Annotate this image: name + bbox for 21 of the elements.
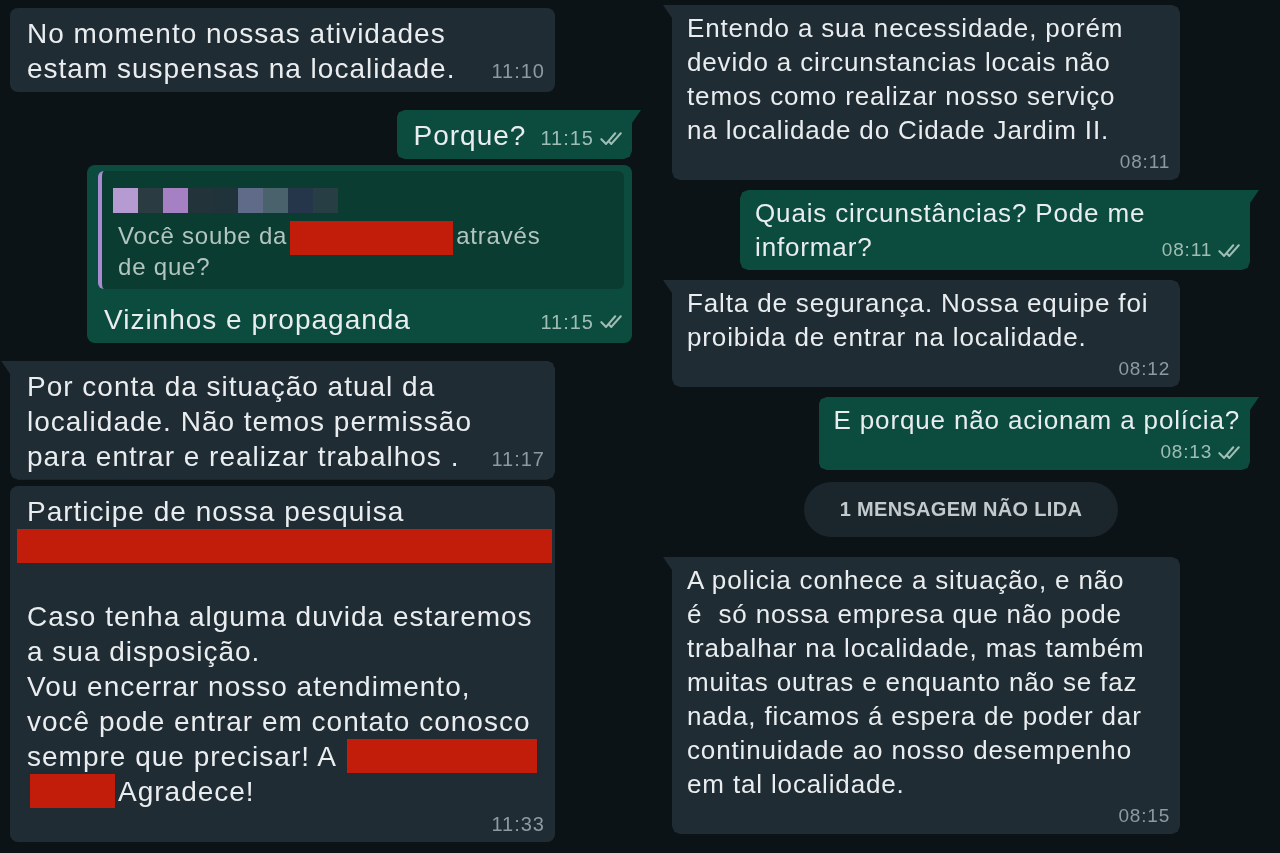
message-time: 08:13 xyxy=(1160,440,1212,464)
message-text: Vizinhos e propaganda xyxy=(104,303,411,335)
message-time: 08:12 xyxy=(1118,357,1170,381)
message-time: 11:15 xyxy=(540,126,594,150)
message-time: 08:15 xyxy=(1118,804,1170,828)
message-text: Por conta da situação atual da localidade. Não temos permissão para entrar e realizar trabalhos . xyxy=(27,370,472,472)
message-text: E porque não acionam a polícia? xyxy=(833,405,1240,435)
message-time: 11:15 xyxy=(540,309,594,334)
message-text: No momento nossas atividades estam suspensas na localidade. xyxy=(27,18,456,84)
message-time: 08:11 xyxy=(1161,238,1212,262)
message-time: 11:10 xyxy=(491,59,545,83)
message-text: Falta de segurança. Nossa equipe foi proibida de entrar na localidade. xyxy=(687,288,1149,352)
message-text: Entendo a sua necessidade, porém devido a circunstancias locais não temos como realizar nosso serviço na localidade do Cidade Jardim II. xyxy=(687,13,1124,145)
message-text: Quais circunstâncias? Pode me informar? xyxy=(755,198,1146,262)
unread-divider: 1 MENSAGEM NÃO LIDA xyxy=(803,482,1119,537)
quoted-text: Você soube da através de que? xyxy=(118,221,541,282)
message-time: 11:17 xyxy=(491,446,545,471)
message-text: Porque? xyxy=(413,120,527,151)
message-text: A policia conhece a situação, e não é só nossa empresa que não pode trabalhar na localidade, mas também muitas outras e enquanto não se faz nada, ficamos á espera de poder dar continuidade ao nosso desempenho em tal localidade. xyxy=(687,565,1145,799)
message-time: 08:11 xyxy=(1119,150,1170,174)
message-time: 11:33 xyxy=(491,811,545,836)
